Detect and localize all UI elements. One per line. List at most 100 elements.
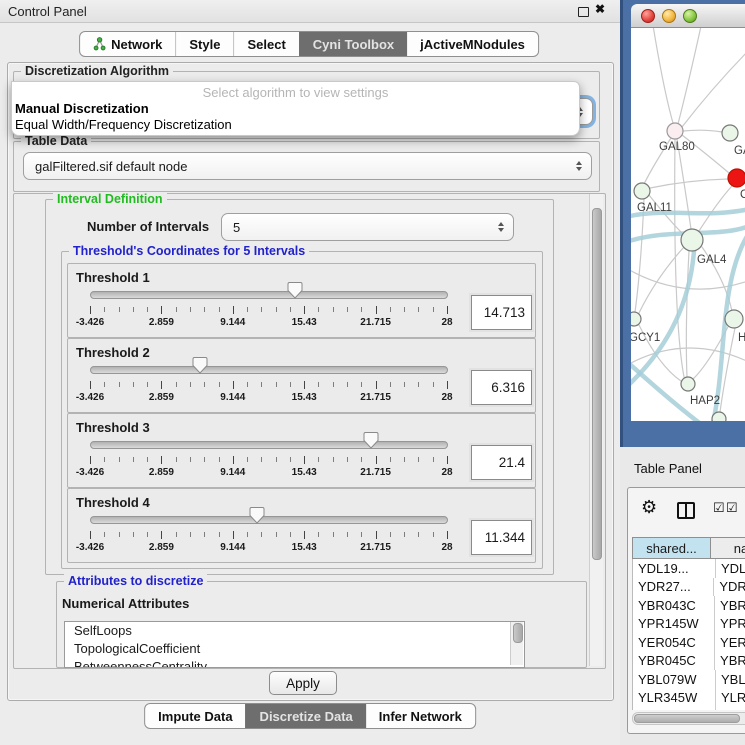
number-of-intervals-spinner[interactable]: 5	[221, 213, 514, 241]
table-cell[interactable]: YER054C	[633, 635, 714, 650]
threshold-slider-track[interactable]	[90, 291, 448, 299]
threshold-slider-track[interactable]	[90, 366, 448, 374]
algorithm-option-equal-width[interactable]: Equal Width/Frequency Discretization	[15, 117, 232, 132]
table-data-combobox[interactable]: galFiltered.sif default node	[23, 152, 592, 180]
table-row[interactable]: YLR345WYLR3	[633, 689, 745, 708]
table-cell[interactable]: YLR345W	[633, 690, 715, 705]
table-row[interactable]: YBR045CYBR0	[633, 652, 745, 671]
numerical-attributes-list[interactable]: SelfLoopsTopologicalCoefficientBetweenne…	[64, 621, 525, 668]
mac-minimize-icon[interactable]	[662, 9, 676, 23]
table-cell[interactable]: YBR0	[714, 596, 745, 615]
table-cell[interactable]: YIL0	[715, 707, 745, 710]
network-edge[interactable]	[686, 251, 689, 377]
threshold-slider-track[interactable]	[90, 516, 448, 524]
table-row[interactable]: YDR27...YDR2	[633, 578, 745, 597]
table-cell[interactable]: YBR043C	[633, 598, 714, 613]
tab-select[interactable]: Select	[233, 32, 298, 56]
table-column-header[interactable]: na	[711, 537, 745, 559]
network-node-gal80[interactable]	[667, 123, 683, 139]
network-node[interactable]	[712, 412, 726, 421]
tab-jactivemnodules[interactable]: jActiveMNodules	[407, 32, 538, 56]
algorithm-placeholder-option[interactable]: Select algorithm to view settings	[12, 85, 579, 100]
bottom-tab-bar: Impute DataDiscretize DataInfer Network	[144, 703, 476, 729]
algorithm-option-manual[interactable]: Manual Discretization	[15, 101, 149, 116]
checkbox-checked-icon[interactable]: ☑	[726, 501, 738, 514]
tab-style[interactable]: Style	[175, 32, 233, 56]
table-row[interactable]: YDL19...YDL1	[633, 559, 745, 578]
split-columns-icon[interactable]	[677, 502, 695, 519]
network-node-c[interactable]	[728, 169, 745, 187]
network-node-gal11[interactable]	[634, 183, 650, 199]
tab-cyni-toolbox[interactable]: Cyni Toolbox	[299, 32, 407, 56]
close-icon[interactable]: ✖	[595, 2, 605, 16]
network-edge[interactable]	[650, 179, 728, 188]
table-cell[interactable]: YDR27...	[633, 579, 713, 594]
threshold-value-field[interactable]: 21.4	[471, 445, 532, 480]
table-cell[interactable]: YBR045C	[633, 653, 714, 668]
threshold-slider-thumb[interactable]	[364, 432, 379, 449]
checkbox-checked-icon[interactable]: ☑	[713, 501, 725, 514]
scrollbar-thumb[interactable]	[592, 208, 602, 560]
tab-discretize-data[interactable]: Discretize Data	[246, 704, 366, 728]
network-node-gal4[interactable]	[681, 229, 703, 251]
threshold-slider-track[interactable]	[90, 441, 448, 449]
network-node-label: GAL4	[697, 254, 727, 266]
tab-infer-network[interactable]: Infer Network	[366, 704, 475, 728]
table-cell[interactable]: YPR1	[714, 615, 745, 634]
scrollbar-thumb[interactable]	[634, 714, 740, 723]
mac-close-icon[interactable]	[641, 9, 655, 23]
table-horizontal-scrollbar[interactable]	[632, 712, 745, 725]
scrollbar-thumb[interactable]	[513, 623, 523, 643]
tab-impute-data[interactable]: Impute Data	[145, 704, 245, 728]
attributes-list-scrollbar[interactable]	[510, 622, 523, 665]
attribute-list-item[interactable]: SelfLoops	[65, 622, 524, 640]
threshold-value-field[interactable]: 14.713	[471, 295, 532, 330]
apply-button[interactable]: Apply	[269, 671, 337, 695]
table-cell[interactable]: YER0	[714, 633, 745, 652]
network-edge[interactable]	[683, 130, 722, 132]
network-window-titlebar[interactable]	[631, 4, 745, 28]
mac-zoom-icon[interactable]	[683, 9, 697, 23]
table-row[interactable]: YBR043CYBR0	[633, 596, 745, 615]
slider-tick	[133, 457, 134, 462]
table-row[interactable]: YER054CYER0	[633, 633, 745, 652]
table-row[interactable]: YBL079WYBL0	[633, 670, 745, 689]
settings-gear-icon[interactable]: ⚙	[641, 498, 657, 516]
threshold-slider-thumb[interactable]	[250, 507, 265, 524]
attribute-list-item[interactable]: BetweennessCentrality	[65, 658, 524, 668]
table-cell[interactable]: YPR145W	[633, 616, 714, 631]
tab-network[interactable]: Network	[80, 32, 175, 56]
slider-tick	[304, 456, 305, 464]
network-edge[interactable]	[631, 358, 706, 421]
table-row[interactable]: YPR145WYPR1	[633, 615, 745, 634]
table-cell[interactable]: YBL0	[715, 670, 745, 689]
network-canvas[interactable]: GAL80GACGAL11GAL4GCY1HHAP2	[631, 28, 745, 421]
table-cell[interactable]: YDL19...	[633, 561, 715, 576]
network-node-ga[interactable]	[722, 125, 738, 141]
table-row[interactable]: YIL052CYIL0	[633, 707, 745, 710]
table-cell[interactable]: YDR2	[713, 578, 745, 597]
table-cell[interactable]: YDL1	[715, 559, 745, 578]
float-window-icon[interactable]	[578, 7, 589, 17]
threshold-slider-thumb[interactable]	[288, 282, 303, 299]
threshold-slider-thumb[interactable]	[193, 357, 208, 374]
tab-label: Network	[111, 37, 162, 52]
attribute-list-item[interactable]: TopologicalCoefficient	[65, 640, 524, 658]
settings-scrollbar[interactable]	[589, 194, 603, 666]
network-edge[interactable]	[699, 186, 732, 231]
network-node-hap2[interactable]	[681, 377, 695, 391]
table-cell[interactable]: YIL052C	[633, 709, 715, 710]
table-cell[interactable]: YBR0	[714, 652, 745, 671]
network-node-h[interactable]	[725, 310, 743, 328]
network-edge[interactable]	[682, 43, 745, 127]
table-cell[interactable]: YBL079W	[633, 672, 715, 687]
combo-arrows-icon	[576, 161, 582, 171]
threshold-value-field[interactable]: 6.316	[471, 370, 532, 405]
network-edge[interactable]	[651, 28, 673, 123]
slider-tick	[133, 532, 134, 537]
table-column-header[interactable]: shared...	[632, 537, 711, 559]
network-node-gcy1[interactable]	[631, 312, 641, 326]
threshold-value-field[interactable]: 11.344	[471, 520, 532, 555]
table-cell[interactable]: YLR3	[715, 689, 745, 708]
network-edge[interactable]	[678, 28, 706, 124]
